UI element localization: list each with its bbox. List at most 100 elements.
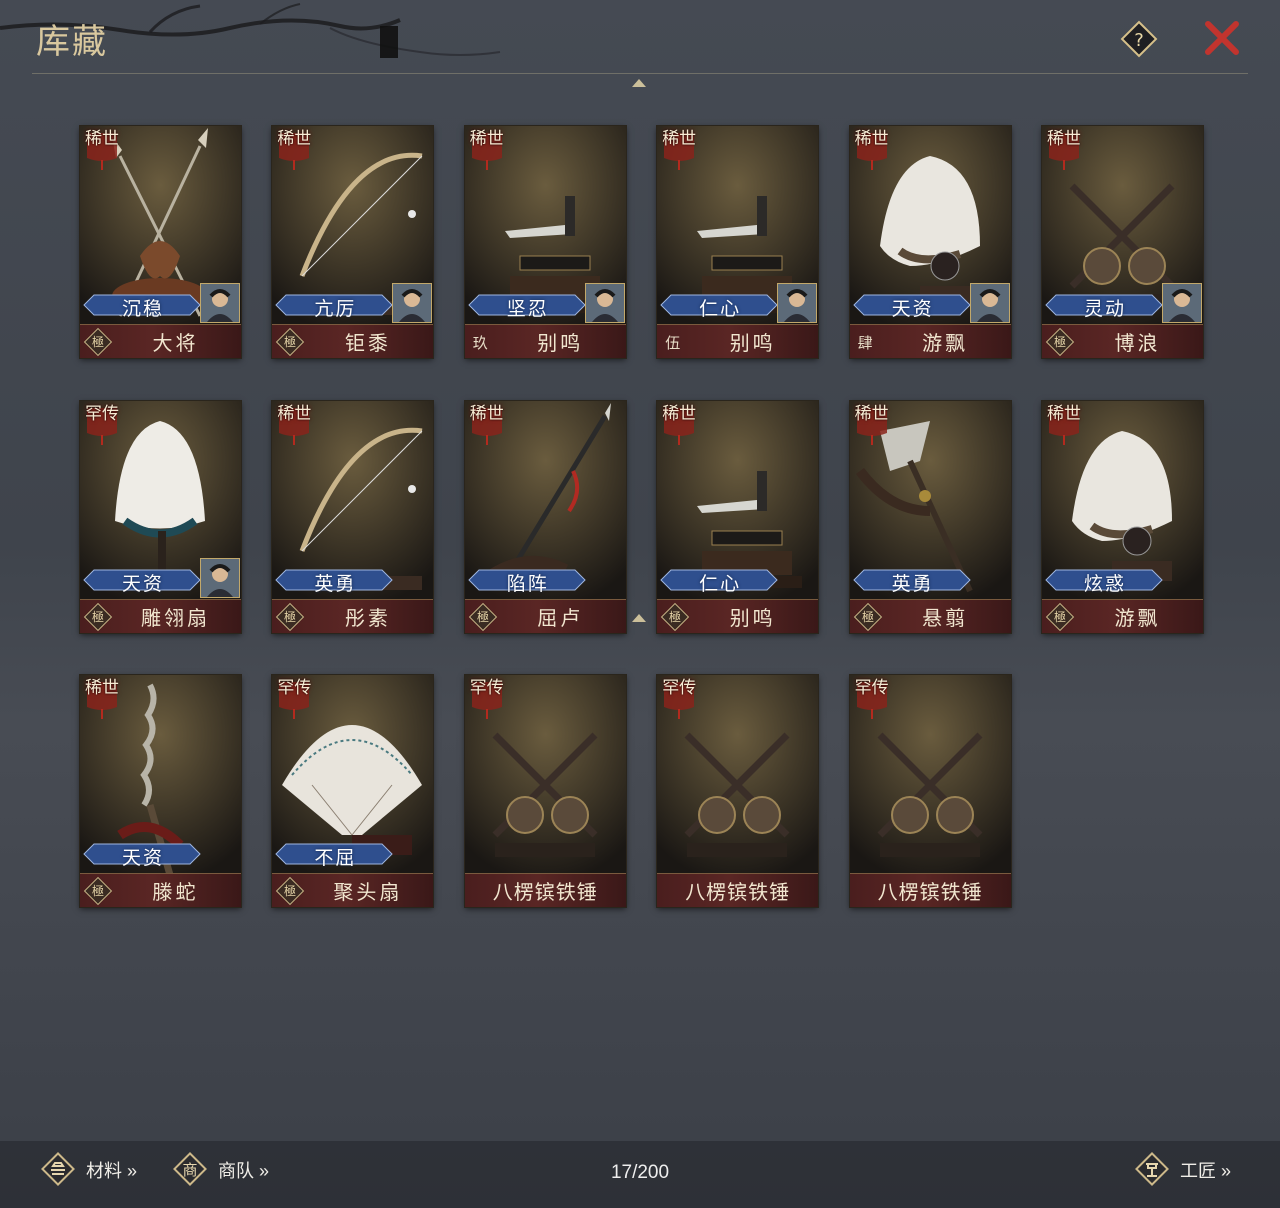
rarity-badge: 稀世: [1045, 405, 1083, 445]
trait-tag: 亢厉: [272, 293, 396, 320]
rarity-label: 稀世: [1047, 403, 1081, 424]
item-card[interactable]: 罕传 八楞镔铁锤: [849, 675, 1011, 907]
trait-label: 英勇: [891, 572, 934, 595]
item-card[interactable]: 罕传天资極 雕翎扇: [80, 400, 241, 633]
grade-label: 極: [861, 609, 874, 624]
svg-text:商: 商: [182, 1161, 197, 1179]
item-name: 彤素: [344, 605, 391, 630]
trait-tag: 英勇: [272, 568, 396, 595]
scroll-indicator-arrow[interactable]: [632, 614, 646, 622]
rarity-badge: 罕传: [275, 679, 313, 719]
item-card[interactable]: 罕传八楞镔铁锤: [657, 675, 819, 907]
materials-button[interactable]: 材料 »: [40, 1151, 160, 1187]
close-button[interactable]: [1200, 16, 1244, 60]
trait-label: 天资: [121, 572, 164, 595]
trait-tag: 灵动: [1042, 293, 1166, 320]
rarity-label: 罕传: [469, 678, 504, 698]
item-name: 别鸣: [729, 605, 776, 630]
grade-label: 極: [1053, 335, 1066, 349]
trait-tag: 天资: [850, 293, 974, 320]
trait-tag: 炫惑: [1042, 568, 1166, 595]
rarity-badge: 罕传: [853, 679, 891, 719]
item-name: 雕翎扇: [141, 605, 210, 630]
hero-portrait-icon: [201, 284, 239, 322]
grade-label: 極: [91, 609, 104, 624]
question-icon: ?: [1120, 20, 1158, 58]
item-card[interactable]: 稀世 沉稳極 大将: [80, 126, 241, 358]
item-card[interactable]: 稀世 陷阵極 屈卢: [464, 400, 626, 633]
craftsman-button[interactable]: 工匠 »: [1134, 1151, 1254, 1187]
scroll-up-arrow[interactable]: [632, 79, 646, 87]
item-name: 别鸣: [537, 331, 584, 355]
hero-portrait-icon: [778, 284, 817, 322]
rarity-label: 罕传: [277, 678, 312, 698]
item-name: 八楞镔铁锤: [492, 880, 598, 904]
trait-tag: 仁心: [657, 568, 781, 595]
item-card[interactable]: 稀世 仁心伍 别鸣: [657, 126, 819, 358]
caravan-label: 商队 »: [218, 1161, 270, 1181]
trait-label: 灵动: [1083, 298, 1126, 320]
trait-label: 仁心: [699, 298, 742, 320]
item-card[interactable]: 稀世炫惑極 游飘: [1042, 400, 1203, 633]
item-name: 游飘: [1114, 605, 1161, 630]
rarity-label: 稀世: [854, 403, 889, 424]
craftsman-label: 工匠 »: [1180, 1161, 1232, 1181]
item-card[interactable]: 稀世 天资極 滕蛇: [80, 675, 241, 907]
rarity-label: 稀世: [469, 129, 504, 149]
hero-avatar[interactable]: [200, 283, 240, 323]
grade-label: 極: [1053, 609, 1066, 624]
rarity-label: 罕传: [85, 403, 119, 424]
merchant-icon: 商: [173, 1152, 207, 1186]
trait-tag: 沉稳: [80, 293, 204, 320]
header-divider: [32, 73, 1248, 74]
trait-label: 仁心: [699, 572, 742, 595]
grade-label: 極: [284, 884, 297, 898]
grade-label: 極: [91, 884, 104, 898]
item-name: 八楞镔铁锤: [685, 880, 791, 904]
item-card[interactable]: 稀世 英勇極 彤素: [272, 400, 434, 633]
rarity-badge: 稀世: [1045, 130, 1083, 170]
caravan-button[interactable]: 商 商队 »: [172, 1151, 292, 1187]
hero-avatar[interactable]: [777, 283, 818, 323]
item-name: 悬翦: [922, 605, 969, 630]
trait-tag: 陷阵: [465, 568, 589, 595]
item-card[interactable]: 稀世灵动極 博浪: [1042, 126, 1203, 358]
rarity-label: 稀世: [277, 129, 312, 149]
rarity-label: 稀世: [469, 403, 504, 424]
grade-label: 極: [476, 609, 489, 624]
rarity-badge: 罕传: [83, 405, 121, 445]
rarity-badge: 稀世: [468, 130, 506, 170]
item-card[interactable]: 罕传 不屈極 聚头扇: [272, 675, 434, 907]
trait-tag: 坚忍: [465, 293, 589, 320]
trait-label: 英勇: [314, 572, 357, 595]
hero-portrait-icon: [1163, 284, 1201, 322]
hero-portrait-icon: [201, 558, 239, 597]
hero-avatar[interactable]: [392, 283, 433, 323]
rarity-badge: 罕传: [468, 679, 506, 719]
trait-tag: 天资: [80, 842, 204, 869]
item-card[interactable]: 稀世 亢厉極 钜黍: [272, 126, 434, 358]
hero-avatar[interactable]: [969, 283, 1010, 323]
item-card[interactable]: 稀世英勇極 悬翦: [849, 400, 1011, 633]
help-button[interactable]: ?: [1119, 19, 1159, 59]
hero-avatar[interactable]: [200, 557, 240, 598]
item-card[interactable]: 稀世 天资肆 游飘: [849, 126, 1011, 358]
item-card[interactable]: 稀世 仁心極 别鸣: [657, 400, 819, 633]
trait-label: 坚忍: [506, 298, 549, 320]
item-name: 聚头扇: [333, 880, 403, 904]
item-name: 博浪: [1114, 331, 1161, 355]
svg-text:?: ?: [1134, 30, 1144, 51]
rarity-label: 罕传: [662, 678, 697, 698]
trait-label: 炫惑: [1083, 572, 1126, 595]
grade-label: 玖: [472, 334, 488, 352]
hero-avatar[interactable]: [584, 283, 625, 323]
item-name: 别鸣: [729, 331, 776, 355]
item-card[interactable]: 稀世坚忍玖 别鸣: [464, 126, 626, 358]
item-card[interactable]: 罕传八楞镔铁锤: [464, 675, 626, 907]
rarity-label: 稀世: [854, 129, 889, 149]
rarity-label: 稀世: [662, 403, 697, 424]
hero-avatar[interactable]: [1162, 283, 1202, 323]
item-name: 滕蛇: [152, 880, 199, 904]
item-name: 钜黍: [344, 331, 391, 355]
trait-label: 陷阵: [506, 572, 549, 595]
